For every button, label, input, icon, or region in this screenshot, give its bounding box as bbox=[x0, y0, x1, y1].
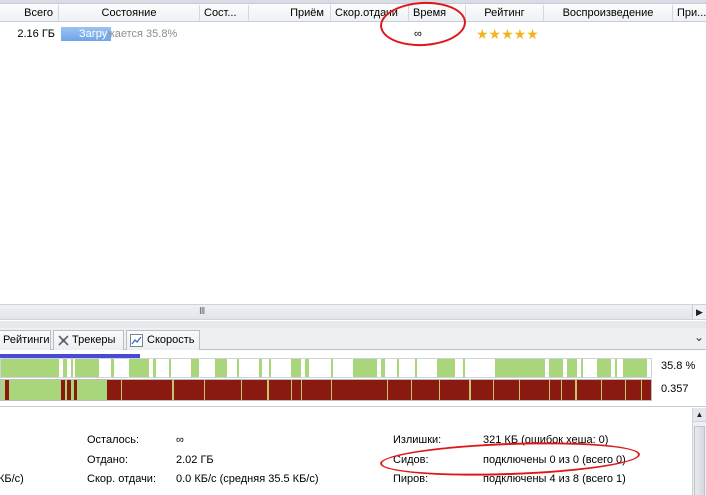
piece-segment bbox=[331, 380, 332, 400]
piece-segment bbox=[215, 359, 227, 377]
speed-graph-icon bbox=[130, 334, 143, 347]
piece-segment bbox=[63, 359, 67, 377]
tab-trackers[interactable]: Трекеры bbox=[53, 330, 124, 350]
panel-splitter[interactable] bbox=[0, 321, 706, 328]
piece-segment bbox=[267, 380, 269, 400]
piece-segment bbox=[615, 359, 617, 377]
piece-segment bbox=[237, 359, 239, 377]
piece-segment bbox=[169, 359, 171, 377]
column-playback[interactable]: Воспроизведение bbox=[544, 5, 673, 22]
piece-segment bbox=[581, 359, 583, 377]
uploaded-label: Отдано: bbox=[87, 454, 129, 466]
piece-segment bbox=[172, 380, 174, 400]
piece-segment bbox=[291, 359, 301, 377]
piece-segment bbox=[111, 359, 114, 377]
remaining-label: Осталось: bbox=[87, 434, 140, 446]
piece-segment bbox=[259, 359, 262, 377]
piece-segment bbox=[291, 380, 292, 400]
piece-segment bbox=[353, 359, 377, 377]
column-done[interactable]: Сост... bbox=[200, 5, 249, 22]
piece-segment bbox=[381, 359, 385, 377]
scroll-up-arrow-icon[interactable]: ▲ bbox=[693, 408, 706, 422]
detail-tab-strip: Рейтинги Трекеры Скорость ⌄ bbox=[0, 328, 706, 350]
piece-segment bbox=[411, 380, 412, 400]
left-cut-fragment: КБ/с) bbox=[0, 473, 24, 485]
piece-segment bbox=[625, 380, 626, 400]
piece-segment bbox=[549, 359, 563, 377]
piece-segment bbox=[387, 380, 388, 400]
piece-segment bbox=[623, 359, 647, 377]
piece-segment bbox=[9, 380, 61, 400]
pieces-bar bbox=[0, 358, 652, 378]
pieces-panel: 35.8 % 0.357 bbox=[0, 351, 706, 406]
column-received[interactable]: Приём bbox=[249, 5, 331, 22]
piece-segment bbox=[65, 380, 67, 400]
scrollbar-grip[interactable]: III bbox=[199, 306, 205, 317]
availability-label: 0.357 bbox=[661, 383, 689, 395]
piece-segment bbox=[397, 359, 399, 377]
piece-segment bbox=[601, 380, 602, 400]
piece-segment bbox=[129, 359, 149, 377]
piece-segment bbox=[469, 380, 471, 400]
scroll-right-arrow-icon[interactable]: ▶ bbox=[692, 305, 706, 319]
scrollbar-thumb[interactable] bbox=[694, 426, 705, 495]
torrent-total-size: 2.16 ГБ bbox=[17, 28, 55, 40]
wasted-label: Излишки: bbox=[393, 434, 442, 446]
header-top-strip bbox=[0, 0, 706, 4]
piece-segment bbox=[301, 380, 302, 400]
trackers-icon bbox=[58, 335, 69, 346]
info-vertical-scrollbar[interactable]: ▲ bbox=[692, 408, 706, 495]
piece-segment bbox=[1, 380, 5, 400]
piece-segment bbox=[519, 380, 520, 400]
piece-segment bbox=[75, 359, 99, 377]
piece-segment bbox=[641, 380, 642, 400]
piece-segment bbox=[331, 359, 333, 377]
piece-segment bbox=[561, 380, 562, 400]
piece-segment bbox=[241, 380, 242, 400]
piece-segment bbox=[439, 380, 440, 400]
remaining-value: ∞ bbox=[176, 434, 184, 446]
rating-stars[interactable]: ★★★★★ bbox=[476, 25, 539, 43]
torrent-state: Загружается 35.8% bbox=[61, 25, 201, 43]
piece-segment bbox=[575, 380, 577, 400]
torrent-row[interactable]: 2.16 ГБ Загружается 35.8% ∞ ★★★★★ bbox=[0, 25, 706, 43]
piece-segment bbox=[121, 380, 122, 400]
state-text: Загружается 35.8% bbox=[79, 28, 178, 40]
piece-segment bbox=[1, 359, 59, 377]
column-state[interactable]: Состояние bbox=[59, 5, 200, 22]
piece-segment bbox=[493, 380, 494, 400]
piece-segment bbox=[305, 359, 309, 377]
piece-segment bbox=[549, 380, 550, 400]
piece-segment bbox=[204, 380, 205, 400]
piece-segment bbox=[269, 359, 271, 377]
piece-segment bbox=[71, 359, 73, 377]
tab-speed[interactable]: Скорость bbox=[126, 330, 200, 350]
piece-segment bbox=[71, 380, 74, 400]
column-total[interactable]: Всего bbox=[0, 5, 59, 22]
piece-segment bbox=[463, 359, 465, 377]
availability-bar bbox=[0, 379, 652, 401]
piece-segment bbox=[415, 359, 417, 377]
uploaded-value: 2.02 ГБ bbox=[176, 454, 214, 466]
column-header: Всего Состояние Сост... Приём Скор.отдач… bbox=[0, 0, 706, 22]
piece-segment bbox=[567, 359, 577, 377]
piece-segment bbox=[153, 359, 156, 377]
column-priority[interactable]: При... bbox=[673, 5, 706, 22]
tab-ratings[interactable]: Рейтинги bbox=[0, 330, 51, 350]
piece-segment bbox=[495, 359, 545, 377]
piece-segment bbox=[597, 359, 611, 377]
upload-speed-value: 0.0 КБ/с (средняя 35.5 КБ/с) bbox=[176, 473, 319, 485]
percent-label: 35.8 % bbox=[661, 360, 696, 372]
peers-label: Пиров: bbox=[393, 473, 429, 485]
column-rating[interactable]: Рейтинг bbox=[466, 5, 544, 22]
piece-segment bbox=[77, 380, 107, 400]
piece-segment bbox=[437, 359, 455, 377]
horizontal-scrollbar[interactable]: III ▶ bbox=[0, 304, 706, 320]
upload-speed-label: Скор. отдачи: bbox=[87, 473, 157, 485]
collapse-panel-icon[interactable]: ⌄ bbox=[694, 330, 704, 344]
piece-segment bbox=[191, 359, 199, 377]
